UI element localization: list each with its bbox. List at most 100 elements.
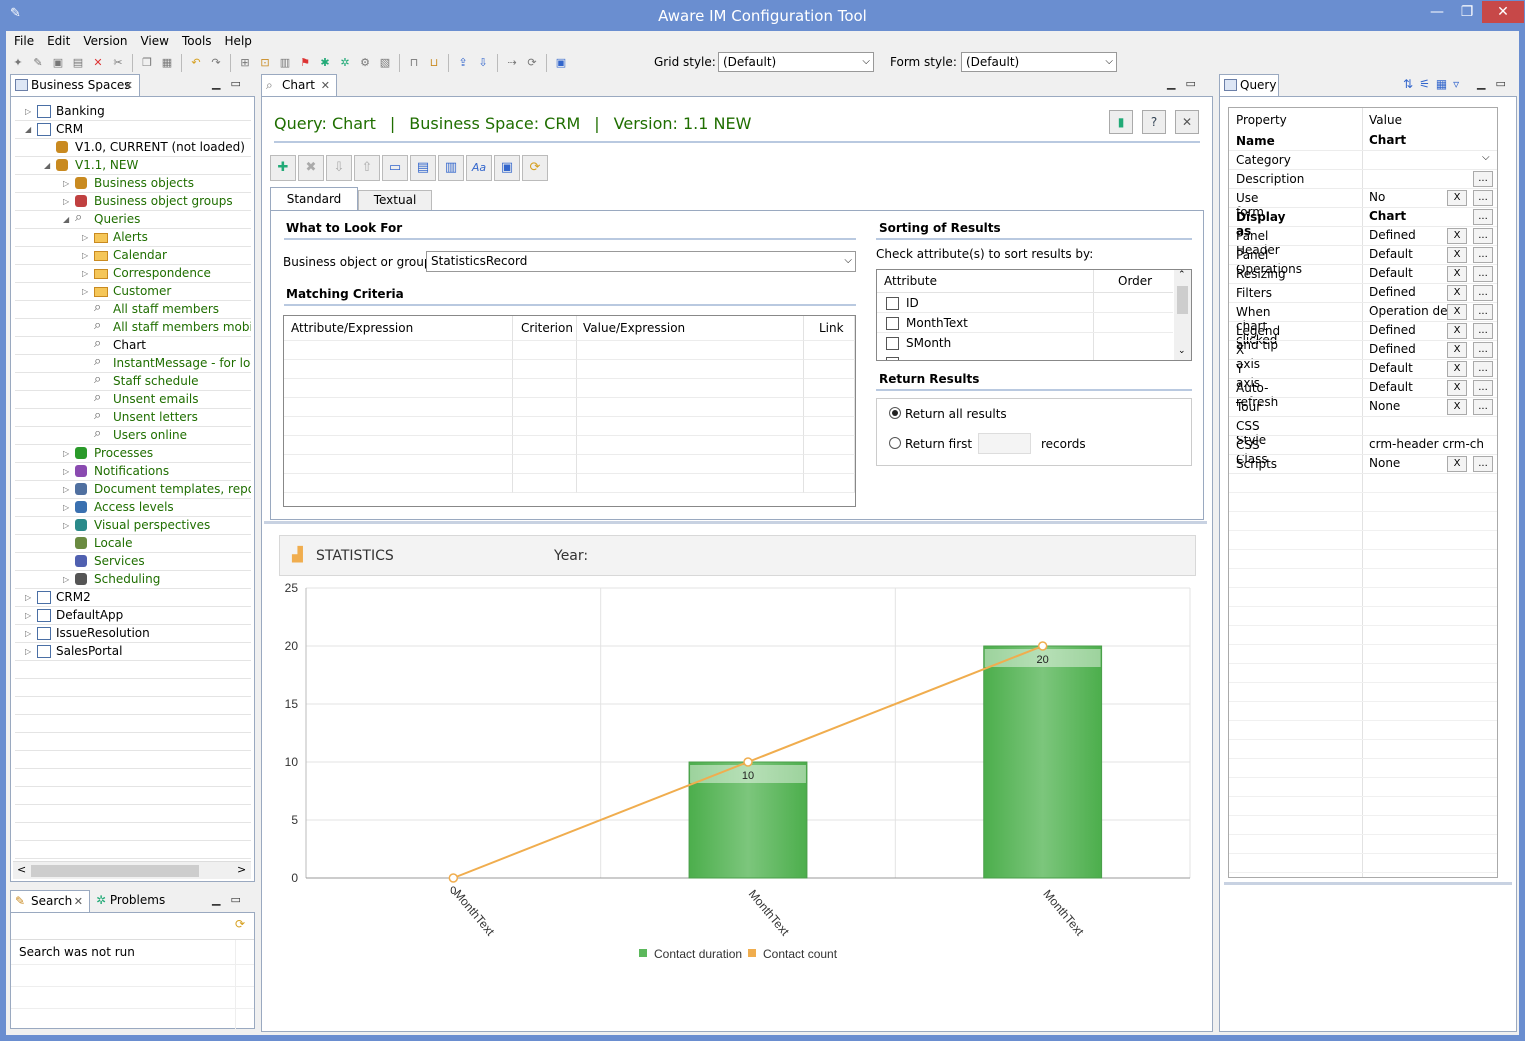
tree-item[interactable]: ▷ IssueResolution xyxy=(15,625,251,643)
scroll-thumb[interactable] xyxy=(1177,286,1188,314)
edit-dots-button[interactable]: ... xyxy=(1473,171,1493,187)
process-icon[interactable]: ⚙ xyxy=(357,55,373,71)
help-button[interactable]: ? xyxy=(1142,110,1166,134)
tree-item[interactable]: ⌕ Chart xyxy=(15,337,251,355)
preview-icon[interactable]: ▣ xyxy=(553,55,569,71)
clear-button[interactable]: X xyxy=(1447,380,1467,396)
edit-dots-button[interactable]: ... xyxy=(1473,323,1493,339)
refresh-icon[interactable]: ⟳ xyxy=(235,917,245,931)
criteria-cell[interactable] xyxy=(284,436,513,455)
tree-item[interactable]: Services xyxy=(15,553,251,571)
criteria-cell[interactable] xyxy=(804,360,855,379)
tree-item[interactable]: ▷ Calendar xyxy=(15,247,251,265)
criteria-cell[interactable] xyxy=(804,379,855,398)
splitter[interactable] xyxy=(264,521,1207,524)
tree-item[interactable]: ▷ Alerts xyxy=(15,229,251,247)
criteria-cell[interactable] xyxy=(577,474,804,493)
undo-icon[interactable]: ↶ xyxy=(188,55,204,71)
expand-toggle-icon[interactable]: ◢ xyxy=(63,211,69,228)
tab-textual-view[interactable]: Textual view xyxy=(358,190,432,226)
expand-toggle-icon[interactable]: ▷ xyxy=(63,445,69,462)
criteria-cell[interactable] xyxy=(577,417,804,436)
panel-minmax[interactable]: ▁▭ xyxy=(212,77,251,90)
tree-item[interactable]: ▷ Business objects xyxy=(15,175,251,193)
tree-item[interactable]: ⌕ Unsent emails xyxy=(15,391,251,409)
minimize-button[interactable]: — xyxy=(1422,1,1452,23)
chevron-down-icon[interactable]: ⌵ xyxy=(1482,152,1490,163)
form-button[interactable]: ▤ xyxy=(410,155,436,181)
tree-item[interactable]: Locale xyxy=(15,535,251,553)
expand-toggle-icon[interactable]: ▷ xyxy=(25,103,31,120)
panel-minmax[interactable]: ▁▭ xyxy=(1477,77,1516,90)
expand-toggle-icon[interactable]: ▷ xyxy=(25,607,31,624)
edit-dots-button[interactable]: ... xyxy=(1473,209,1493,225)
criteria-cell[interactable] xyxy=(513,455,577,474)
criteria-cell[interactable] xyxy=(577,341,804,360)
clear-button[interactable]: X xyxy=(1447,247,1467,263)
tree-item[interactable]: ◢ V1.1, NEW xyxy=(15,157,251,175)
criteria-cell[interactable] xyxy=(804,455,855,474)
tree-item[interactable]: V1.0, CURRENT (not loaded) xyxy=(15,139,251,157)
screen-button[interactable]: ▣ xyxy=(494,155,520,181)
tree-item[interactable]: ▷ CRM2 xyxy=(15,589,251,607)
font-button[interactable]: Aa xyxy=(466,155,492,181)
criteria-cell[interactable] xyxy=(513,341,577,360)
expand-toggle-icon[interactable]: ▷ xyxy=(63,463,69,480)
expand-toggle-icon[interactable]: ▷ xyxy=(25,625,31,642)
delete-icon[interactable]: ✕ xyxy=(90,55,106,71)
clear-button[interactable]: X xyxy=(1447,190,1467,206)
clear-button[interactable]: X xyxy=(1447,266,1467,282)
export-icon[interactable]: ⇪ xyxy=(455,55,471,71)
maximize-button[interactable]: ❐ xyxy=(1452,1,1482,23)
tab-problems[interactable]: ✲ Problems xyxy=(96,893,165,907)
edit-dots-button[interactable]: ... xyxy=(1473,456,1493,472)
criteria-cell[interactable] xyxy=(284,455,513,474)
expand-toggle-icon[interactable]: ▷ xyxy=(63,481,69,498)
menu-help[interactable]: Help xyxy=(225,32,252,50)
expand-toggle-icon[interactable]: ▷ xyxy=(63,571,69,588)
rule-icon[interactable]: ✱ xyxy=(317,55,333,71)
clear-button[interactable]: X xyxy=(1447,342,1467,358)
tree-item[interactable]: ▷ Correspondence xyxy=(15,265,251,283)
expand-toggle-icon[interactable]: ▷ xyxy=(63,175,69,192)
close-icon[interactable]: ✕ xyxy=(321,75,330,96)
table-icon[interactable]: ▦ xyxy=(1436,77,1453,91)
property-value[interactable]: Chart xyxy=(1369,209,1484,223)
clear-button[interactable]: X xyxy=(1447,456,1467,472)
edit-icon[interactable]: ✎ xyxy=(30,55,46,71)
criteria-cell[interactable] xyxy=(804,474,855,493)
expand-toggle-icon[interactable]: ◢ xyxy=(44,157,50,174)
criteria-cell[interactable] xyxy=(513,417,577,436)
tree-item[interactable]: ▷ Banking xyxy=(15,103,251,121)
criteria-cell[interactable] xyxy=(513,360,577,379)
form-style-select[interactable]: (Default) ⌵ xyxy=(961,52,1117,72)
tree-item[interactable]: ▷ SalesPortal xyxy=(15,643,251,661)
sort-checkbox-partial[interactable] xyxy=(886,357,899,360)
expand-toggle-icon[interactable]: ▷ xyxy=(63,499,69,516)
close-window-button[interactable]: ✕ xyxy=(1482,1,1524,23)
menu-view[interactable]: View xyxy=(140,32,168,50)
move-down-button[interactable]: ⇩ xyxy=(326,155,352,181)
clear-button[interactable]: X xyxy=(1447,399,1467,415)
criteria-cell[interactable] xyxy=(284,360,513,379)
panel-minmax[interactable]: ▁▭ xyxy=(212,893,251,906)
bo-select[interactable]: StatisticsRecord ⌵ xyxy=(426,251,856,272)
tree-item[interactable]: ▷ DefaultApp xyxy=(15,607,251,625)
expand-toggle-icon[interactable]: ▷ xyxy=(82,247,88,264)
criteria-cell[interactable] xyxy=(513,398,577,417)
clear-button[interactable]: X xyxy=(1447,361,1467,377)
edit-dots-button[interactable]: ... xyxy=(1473,190,1493,206)
criteria-cell[interactable] xyxy=(513,436,577,455)
splitter[interactable] xyxy=(1224,882,1512,885)
expand-toggle-icon[interactable]: ◢ xyxy=(25,121,31,138)
return-first-radio[interactable] xyxy=(889,437,901,449)
criteria-cell[interactable] xyxy=(804,436,855,455)
filter-icon[interactable]: ⚟ xyxy=(1419,77,1436,91)
return-first-input[interactable] xyxy=(978,433,1031,454)
edit-dots-button[interactable]: ... xyxy=(1473,266,1493,282)
tab-business-spaces[interactable]: Business Spaces ✕ xyxy=(10,74,140,96)
expand-toggle-icon[interactable]: ▷ xyxy=(25,643,31,660)
paste-icon[interactable]: ▦ xyxy=(159,55,175,71)
edit-dots-button[interactable]: ... xyxy=(1473,399,1493,415)
tree-item[interactable]: ⌕ All staff members xyxy=(15,301,251,319)
